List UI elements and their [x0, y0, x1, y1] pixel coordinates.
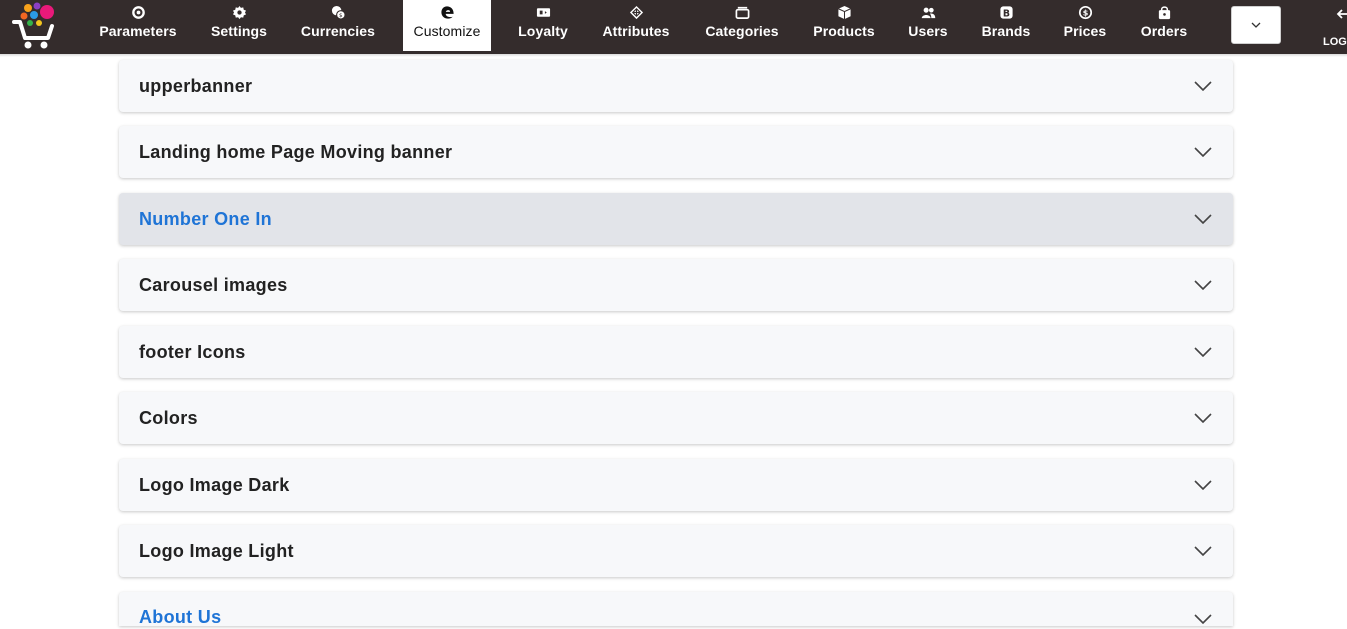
- nav-settings[interactable]: Settings: [210, 0, 268, 54]
- cart-logo-icon[interactable]: [10, 2, 60, 50]
- accordion-title: About Us: [139, 607, 222, 627]
- accordion-title: Number One In: [139, 208, 272, 229]
- b-badge-icon: B: [999, 0, 1014, 24]
- accordion-title: Logo Image Light: [139, 540, 294, 561]
- nav-loyalty[interactable]: Loyalty: [515, 0, 571, 54]
- box-stack-icon: [735, 0, 750, 24]
- chevron-down-icon: [1193, 275, 1213, 295]
- chevron-down-icon: [1193, 475, 1213, 495]
- gear-icon: [232, 0, 247, 24]
- accordion-title: Colors: [139, 407, 198, 428]
- nav-orders[interactable]: Orders: [1140, 0, 1188, 54]
- accordion-carousel-images[interactable]: Carousel images: [119, 259, 1233, 311]
- nav-parameters[interactable]: Parameters: [99, 0, 177, 54]
- chevron-down-icon: [1193, 408, 1213, 428]
- nav-categories[interactable]: Categories: [704, 0, 780, 54]
- accordion-number-one-in[interactable]: Number One In: [119, 193, 1233, 245]
- chevron-down-icon: [1251, 22, 1261, 28]
- chevron-down-icon: [1193, 76, 1213, 96]
- navbar-shadow: [0, 54, 1347, 57]
- accordion-about-us[interactable]: About Us: [119, 592, 1233, 629]
- nav-users[interactable]: Users: [906, 0, 950, 54]
- nav-brands[interactable]: B Brands: [982, 0, 1030, 54]
- accordion-title: footer Icons: [139, 341, 246, 362]
- parameters-icon: [131, 0, 146, 24]
- chevron-down-icon: [1193, 142, 1213, 162]
- users-icon: [921, 0, 936, 24]
- accordion-landing-moving-banner[interactable]: Landing home Page Moving banner: [119, 126, 1233, 178]
- chevron-down-icon: [1193, 209, 1213, 229]
- diamond-grid-icon: [629, 0, 644, 24]
- accordion-footer-icons[interactable]: footer Icons: [119, 326, 1233, 378]
- chevron-down-icon: [1193, 342, 1213, 362]
- logout-arrow-icon: [1336, 9, 1347, 19]
- accordion-title: Landing home Page Moving banner: [139, 141, 453, 162]
- nav-products[interactable]: Products: [812, 0, 876, 54]
- nav-attributes[interactable]: Attributes: [600, 0, 672, 54]
- accordion-logo-image-light[interactable]: Logo Image Light: [119, 525, 1233, 577]
- svg-text:B: B: [1002, 8, 1009, 19]
- top-navigation-bar: Parameters Settings $ Currencies Customi…: [0, 0, 1347, 54]
- svg-text:$: $: [339, 13, 343, 19]
- chevron-down-icon: [1193, 541, 1213, 561]
- edge-icon: [440, 0, 455, 24]
- nav-prices[interactable]: $ Prices: [1062, 0, 1108, 54]
- dollar-circle-icon: $: [1078, 0, 1093, 24]
- accordion-colors[interactable]: Colors: [119, 392, 1233, 444]
- svg-text:$: $: [1082, 9, 1088, 18]
- dropdown-button[interactable]: [1231, 6, 1281, 44]
- accordion-title: Logo Image Dark: [139, 474, 290, 495]
- shopping-bag-icon: [1157, 0, 1172, 24]
- accordion-title: Carousel images: [139, 274, 288, 295]
- nav-customize[interactable]: Customize: [403, 0, 491, 51]
- chevron-down-icon: [1193, 609, 1213, 629]
- coins-icon: $: [331, 0, 346, 24]
- ticket-icon: [536, 0, 551, 24]
- nav-currencies[interactable]: $ Currencies: [300, 0, 376, 54]
- accordion-upperbanner[interactable]: upperbanner: [119, 60, 1233, 112]
- cube-icon: [837, 0, 852, 24]
- accordion-logo-image-dark[interactable]: Logo Image Dark: [119, 459, 1233, 511]
- accordion-title: upperbanner: [139, 75, 253, 96]
